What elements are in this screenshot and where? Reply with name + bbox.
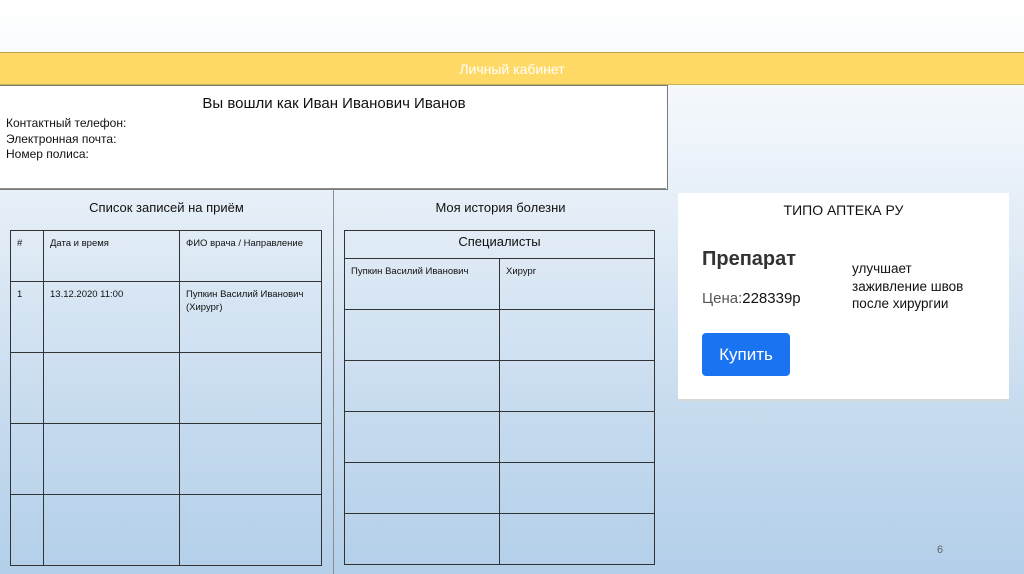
cell-datetime: 13.12.2020 11:00 [43,281,180,353]
price-value: 228339р [742,290,801,307]
cell-specialty [499,513,655,565]
cell-specialist-name [344,360,500,412]
history-title: Моя история болезни [435,200,566,215]
table-row [344,513,655,565]
policy-label: Номер полиса: [6,147,89,161]
appointments-title: Список записей на приём [89,200,244,215]
cell-datetime [43,423,180,495]
cell-specialty [499,462,655,514]
column-header-datetime: Дата и время [43,230,180,282]
appointments-table: # Дата и время ФИО врача / Направление 1… [10,230,322,566]
phone-label: Контактный телефон: [6,116,127,130]
table-row [344,360,655,412]
cell-doctor [179,423,322,495]
cell-number [10,423,44,495]
table-row[interactable]: Пупкин Василий Иванович Хирург [344,258,655,310]
cell-doctor [179,352,322,424]
product-name: Препарат [702,248,797,270]
email-label: Электронная почта: [6,131,117,146]
cell-specialty [499,411,655,463]
price-label: Цена: [702,290,743,307]
section-divider-vertical [333,188,334,574]
cell-doctor: Пупкин Василий Иванович (Хирург) [179,281,322,353]
table-row [10,423,322,495]
table-row [344,411,655,463]
page-number: 6 [937,544,944,556]
cell-number [10,352,44,424]
specialists-table: Специалисты Пупкин Василий Иванович Хиру… [344,230,655,565]
cell-specialty: Хирург [499,258,655,310]
page-title: Личный кабинет [459,61,565,77]
appointments-header-row: # Дата и время ФИО врача / Направление [10,230,322,282]
cell-specialist-name [344,309,500,361]
table-row[interactable]: 1 13.12.2020 11:00 Пупкин Василий Иванов… [10,281,322,353]
cell-specialist-name [344,411,500,463]
buy-button[interactable]: Купить [702,333,790,376]
product-price: Цена:228339р [702,290,801,307]
column-header-number: # [10,230,44,282]
pharmacy-title: ТИПО АПТЕКА РУ [783,202,904,218]
specialists-header-row: Специалисты [344,230,655,259]
cell-doctor [179,494,322,566]
cell-specialty [499,360,655,412]
table-row [10,494,322,566]
specialists-header: Специалисты [344,230,655,259]
profile-info: Контактный телефон: Электронная почта: Н… [6,116,126,163]
cell-number [10,494,44,566]
table-row [344,462,655,514]
profile-panel: Вы вошли как Иван Иванович Иванов Контак… [0,85,668,190]
table-row [344,309,655,361]
cell-datetime [43,494,180,566]
header-bar: Личный кабинет [0,52,1024,85]
column-header-doctor: ФИО врача / Направление [179,230,322,282]
user-greeting: Вы вошли как Иван Иванович Иванов [202,95,466,112]
cell-datetime [43,352,180,424]
cell-specialist-name [344,462,500,514]
product-description: улучшает заживление швов после хирургии [852,261,964,311]
table-row [10,352,322,424]
cell-number: 1 [10,281,44,353]
cell-specialist-name [344,513,500,565]
cell-specialist-name: Пупкин Василий Иванович [344,258,500,310]
cell-specialty [499,309,655,361]
pharmacy-ad-card: ТИПО АПТЕКА РУ Препарат Цена:228339р улу… [678,193,1009,401]
